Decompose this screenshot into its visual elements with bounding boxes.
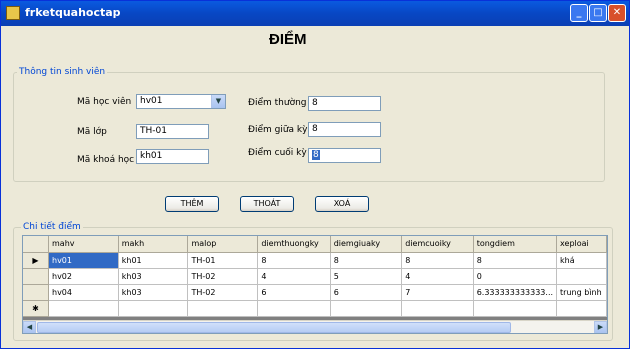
diem-cuoi-ky-value: 8 [312,150,320,160]
ma-lop-label: Mã lớp [77,127,107,137]
horizontal-scrollbar[interactable]: ◀ ▶ [23,320,607,333]
student-info-legend: Thông tin sinh viên [17,67,108,77]
column-header-diemgiuaky[interactable]: diemgiuaky [330,236,403,253]
column-header-malop[interactable]: malop [187,236,259,253]
row-header[interactable] [23,284,49,301]
page-title: ĐIỂM [269,31,307,48]
table-cell[interactable]: 6 [257,284,331,301]
table-cell[interactable]: 8 [473,252,558,269]
diem-thuong-ky-field[interactable]: 8 [308,96,381,111]
table-cell[interactable] [556,268,607,285]
close-button[interactable]: ✕ [608,4,626,22]
table-cell[interactable]: 7 [401,284,474,301]
header-row: mahv makh malop diemthuongky diemgiuaky … [23,236,607,253]
new-row[interactable]: ✱ [23,300,607,317]
table-cell[interactable]: 6.333333333333... [473,284,558,301]
table-cell[interactable]: hv01 [48,252,119,269]
column-header-xeploai[interactable]: xeploai [556,236,607,253]
table-cell[interactable]: 8 [330,252,403,269]
table-cell[interactable]: kh01 [118,252,189,269]
current-row-icon[interactable]: ▶ [23,252,49,269]
scrollbar-thumb[interactable] [37,322,511,333]
corner-header [23,236,49,253]
column-header-diemcuoiky[interactable]: diemcuoiky [401,236,474,253]
column-header-mahv[interactable]: mahv [48,236,119,253]
table-cell[interactable]: hv04 [48,284,119,301]
ma-khoa-hoc-field[interactable]: kh01 [136,149,209,164]
maximize-button[interactable]: □ [589,4,607,22]
app-icon [6,6,20,20]
table-cell[interactable] [556,300,607,317]
diem-cuoi-ky-label: Điểm cuối kỳ [248,148,307,158]
table-cell[interactable]: TH-02 [187,268,259,285]
table-cell[interactable] [257,300,331,317]
table-cell[interactable]: trung bình [556,284,607,301]
diem-giua-ky-field[interactable]: 8 [308,122,381,137]
table-cell[interactable] [330,300,403,317]
column-header-tongdiem[interactable]: tongdiem [473,236,558,253]
table-cell[interactable]: hv02 [48,268,119,285]
table-cell[interactable] [473,300,558,317]
score-datagrid[interactable]: mahv makh malop diemthuongky diemgiuaky … [22,235,608,334]
new-row-icon[interactable]: ✱ [23,300,49,317]
table-cell[interactable] [118,300,189,317]
thoat-button[interactable]: THOÁT [240,196,294,212]
table-cell[interactable]: 0 [473,268,558,285]
chevron-down-icon[interactable]: ▼ [211,95,225,108]
table-cell[interactable]: TH-01 [187,252,259,269]
scroll-left-icon[interactable]: ◀ [23,321,36,333]
table-cell[interactable] [48,300,119,317]
diem-giua-ky-label: Điểm giữa kỳ [248,125,308,135]
table-cell[interactable]: kh03 [118,284,189,301]
xoa-button[interactable]: XOÁ [315,196,369,212]
table-cell[interactable]: 5 [330,268,403,285]
diem-cuoi-ky-field[interactable]: 8 [308,148,381,163]
table-row[interactable]: hv04 kh03 TH-02 6 6 7 6.333333333333... … [23,284,607,301]
ma-hoc-vien-value: hv01 [140,96,163,106]
table-cell[interactable]: 4 [257,268,331,285]
them-button[interactable]: THÊM [165,196,219,212]
table-row[interactable]: ▶ hv01 kh01 TH-01 8 8 8 8 khá [23,252,607,269]
ma-hoc-vien-combobox[interactable]: hv01 ▼ [136,94,226,109]
minimize-button[interactable]: _ [570,4,588,22]
table-cell[interactable] [401,300,474,317]
main-window: frketquahoctap _ □ ✕ ĐIỂM Thông tin sinh… [0,0,630,349]
title-bar[interactable]: frketquahoctap _ □ ✕ [1,1,629,26]
column-header-makh[interactable]: makh [118,236,189,253]
table-cell[interactable]: khá [556,252,607,269]
table-cell[interactable]: TH-02 [187,284,259,301]
table-cell[interactable]: 6 [330,284,403,301]
ma-lop-field[interactable]: TH-01 [136,124,209,139]
table-cell[interactable]: 8 [401,252,474,269]
ma-hoc-vien-label: Mã học viên [77,97,132,107]
ma-khoa-hoc-label: Mã khoá học [77,155,135,165]
table-cell[interactable]: kh03 [118,268,189,285]
column-header-diemthuongky[interactable]: diemthuongky [257,236,331,253]
score-table: mahv makh malop diemthuongky diemgiuaky … [23,236,607,317]
row-header[interactable] [23,268,49,285]
detail-legend: Chi tiết điểm [21,222,83,232]
table-cell[interactable]: 8 [257,252,331,269]
window-title: frketquahoctap [25,6,121,19]
scroll-right-icon[interactable]: ▶ [594,321,607,333]
table-cell[interactable]: 4 [401,268,474,285]
table-row[interactable]: hv02 kh03 TH-02 4 5 4 0 [23,268,607,285]
table-cell[interactable] [187,300,259,317]
